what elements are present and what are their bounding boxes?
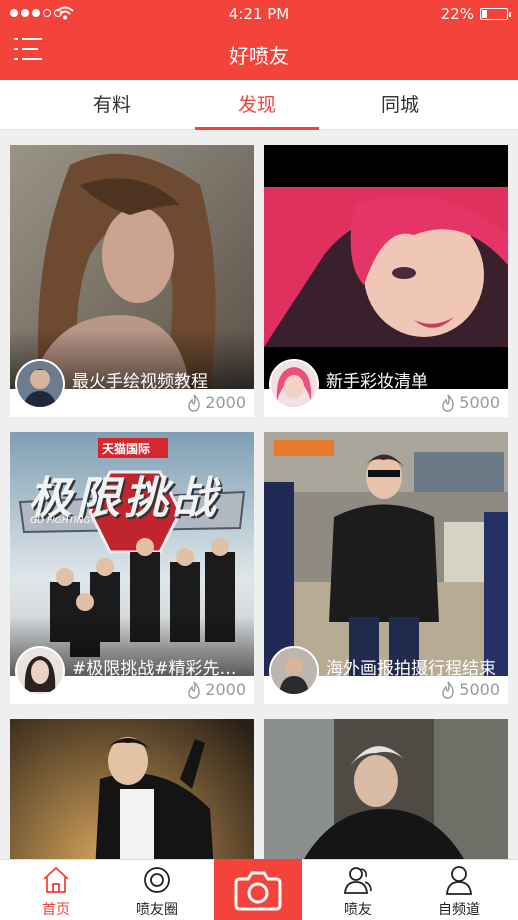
- flame-icon: [442, 394, 455, 412]
- flame-icon: [188, 681, 201, 699]
- tab-bar: 有料 发现 同城: [0, 80, 518, 130]
- author-avatar[interactable]: [15, 646, 65, 696]
- author-avatar[interactable]: [269, 646, 319, 696]
- flame-icon: [188, 394, 201, 412]
- tab-tongcheng[interactable]: 同城: [340, 80, 460, 130]
- nav-profile[interactable]: 自频道: [414, 860, 504, 920]
- card-image: [264, 432, 508, 676]
- discover-feed[interactable]: 最火手绘视频教程 2000 新手彩妆清单 5000 天猫国际 极限挑战 GO F…: [0, 131, 518, 859]
- circle-icon: [144, 867, 170, 893]
- author-avatar[interactable]: [269, 359, 319, 409]
- nav-home[interactable]: 首页: [11, 860, 101, 920]
- poster-brand-text: 天猫国际: [102, 442, 151, 456]
- profile-icon: [446, 866, 472, 895]
- feed-card[interactable]: [10, 719, 254, 859]
- like-count: 5000: [440, 680, 500, 699]
- nav-friends-label: 喷友: [344, 902, 372, 918]
- battery-icon: [480, 8, 511, 20]
- like-count: 2000: [186, 393, 246, 412]
- card-image: [264, 719, 508, 859]
- card-image: [10, 719, 254, 859]
- card-image: 天猫国际 极限挑战 GO FIGHTING!: [10, 432, 254, 676]
- home-icon: [43, 866, 69, 893]
- feed-card[interactable]: [264, 719, 508, 859]
- feed-card[interactable]: 新手彩妆清单 5000: [264, 145, 508, 417]
- feed-card[interactable]: 最火手绘视频教程 2000: [10, 145, 254, 417]
- tab-faxian[interactable]: 发现: [195, 80, 319, 130]
- nav-profile-label: 自频道: [438, 902, 480, 918]
- like-count-value: 2000: [205, 393, 246, 412]
- nav-circle-label: 喷友圈: [136, 902, 178, 918]
- bottom-nav: 首页 喷友圈 喷友 自频道: [0, 859, 518, 920]
- card-image: [10, 145, 254, 389]
- status-bar: 4:21 PM 22%: [0, 0, 518, 28]
- camera-button[interactable]: [214, 859, 302, 920]
- like-count-value: 5000: [459, 680, 500, 699]
- card-caption: 最火手绘视频教程: [72, 372, 208, 392]
- like-count-value: 2000: [205, 680, 246, 699]
- like-count-value: 5000: [459, 393, 500, 412]
- card-caption: #极限挑战#精彩先导...: [72, 659, 248, 679]
- card-caption: 新手彩妆清单: [326, 372, 428, 392]
- nav-home-label: 首页: [42, 902, 70, 918]
- top-bar: 4:21 PM 22% 好喷友: [0, 0, 518, 80]
- like-count: 2000: [186, 680, 246, 699]
- poster-subtitle-text: GO FIGHTING!: [30, 516, 94, 526]
- nav-circle[interactable]: 喷友圈: [112, 860, 202, 920]
- tab-youliao[interactable]: 有料: [52, 80, 172, 130]
- feed-card[interactable]: 天猫国际 极限挑战 GO FIGHTING! #极限挑战#精彩先导... 200…: [10, 432, 254, 704]
- camera-icon: [234, 871, 282, 911]
- nav-friends[interactable]: 喷友: [313, 860, 403, 920]
- friends-icon: [344, 867, 372, 894]
- like-count: 5000: [440, 393, 500, 412]
- battery-percent: 22%: [440, 5, 474, 23]
- page-title: 好喷友: [229, 44, 289, 68]
- feed-card[interactable]: 海外画报拍摄行程结束 5000: [264, 432, 508, 704]
- flame-icon: [442, 681, 455, 699]
- card-image: [264, 145, 508, 389]
- card-caption: 海外画报拍摄行程结束: [326, 659, 496, 679]
- author-avatar[interactable]: [15, 359, 65, 409]
